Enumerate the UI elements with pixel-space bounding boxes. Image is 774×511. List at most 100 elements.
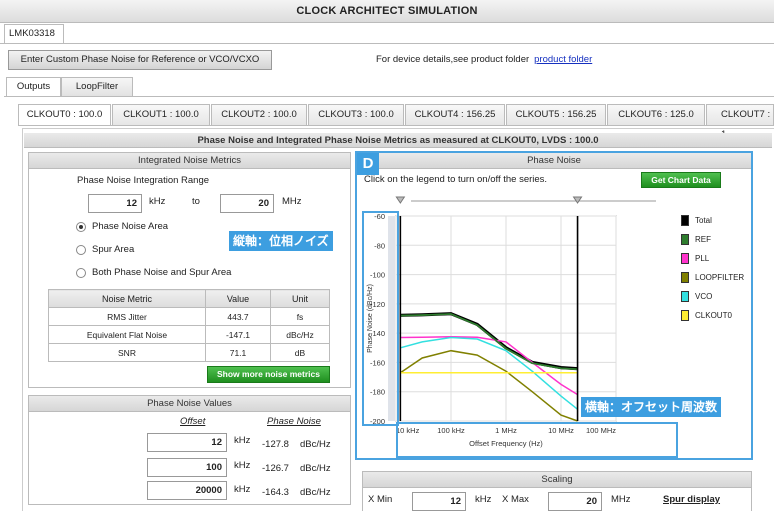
tab-loopfilter[interactable]: LoopFilter bbox=[61, 77, 133, 96]
table-row: SNR 71.1 dB bbox=[48, 343, 330, 362]
device-details-label: For device details,see product folder bbox=[376, 54, 530, 65]
legend-item[interactable]: REF bbox=[681, 234, 711, 245]
y-tick-label: -60 bbox=[374, 212, 385, 221]
legend-item[interactable]: VCO bbox=[681, 291, 713, 302]
y-axis-label: Phase Noise (dBc/Hz) bbox=[367, 284, 374, 353]
legend-item[interactable]: Total bbox=[681, 215, 712, 226]
legend-item[interactable]: PLL bbox=[681, 253, 710, 264]
divider bbox=[18, 125, 774, 126]
to-label: to bbox=[192, 196, 200, 207]
legend-label: CLKOUT0 bbox=[695, 311, 732, 320]
y-tick-label: -160 bbox=[370, 358, 385, 367]
table-row: Equivalent Flat Noise -147.1 dBc/Hz bbox=[48, 325, 330, 344]
spur-display-link[interactable]: Spur display bbox=[663, 494, 720, 505]
show-more-metrics-button[interactable]: Show more noise metrics bbox=[207, 366, 330, 383]
radio-spur-area[interactable] bbox=[76, 245, 86, 255]
get-chart-data-button[interactable]: Get Chart Data bbox=[641, 172, 721, 188]
window-title: CLOCK ARCHITECT SIMULATION bbox=[0, 0, 774, 23]
legend-item[interactable]: LOOPFILTER bbox=[681, 272, 745, 283]
table-row: RMS Jitter 443.7 fs bbox=[48, 307, 330, 326]
y-axis-callout: 縦軸：位相ノイズ bbox=[229, 231, 333, 251]
divider bbox=[4, 96, 774, 97]
product-folder-link[interactable]: product folder bbox=[534, 54, 592, 65]
legend-label: VCO bbox=[695, 292, 713, 301]
phase-noise-unit: dBc/Hz bbox=[300, 439, 331, 450]
chart-instruction: Click on the legend to turn on/off the s… bbox=[364, 174, 548, 185]
device-tab[interactable]: LMK03318 bbox=[4, 24, 64, 43]
x-tick-label: 100 kHz bbox=[437, 426, 465, 435]
tab-clkout6[interactable]: CLKOUT6 : 125.0 bbox=[607, 104, 705, 125]
legend-label: Total bbox=[695, 216, 712, 225]
phase-noise-values-header: Phase Noise Values bbox=[29, 396, 350, 412]
xmin-unit: kHz bbox=[475, 494, 492, 505]
phase-noise-value: -164.3 bbox=[262, 487, 289, 498]
radio-both-area[interactable] bbox=[76, 268, 86, 278]
range-slider-handle bbox=[395, 196, 406, 204]
radio-label: Both Phase Noise and Spur Area bbox=[92, 267, 232, 278]
xmax-input[interactable]: 20 bbox=[548, 492, 602, 511]
radio-label: Spur Area bbox=[92, 244, 135, 255]
chart-legend: Total REF PLL LOOPFILTER VCO CLKOUT0 bbox=[681, 215, 751, 336]
legend-label: PLL bbox=[695, 254, 710, 263]
offset-input[interactable]: 12 bbox=[147, 433, 227, 452]
phase-noise-unit: dBc/Hz bbox=[300, 487, 331, 498]
y-tick-label: -100 bbox=[370, 271, 385, 280]
tab-clkout4[interactable]: CLKOUT4 : 156.25 bbox=[405, 104, 505, 125]
col-header: Value bbox=[205, 289, 271, 308]
table-cell: 443.7 bbox=[205, 307, 271, 326]
y-scroll-strip bbox=[388, 216, 395, 421]
col-header: Noise Metric bbox=[48, 289, 206, 308]
phase-noise-value: -126.7 bbox=[262, 463, 289, 474]
radio-phase-noise-area[interactable] bbox=[76, 222, 86, 232]
table-cell: dBc/Hz bbox=[270, 325, 330, 344]
x-tick-label: 10 kHz bbox=[396, 426, 420, 435]
phase-noise-col-header: Phase Noise bbox=[267, 416, 321, 427]
tab-clkout3[interactable]: CLKOUT3 : 100.0 bbox=[308, 104, 404, 125]
phase-noise-value: -127.8 bbox=[262, 439, 289, 450]
offset-input[interactable]: 100 bbox=[147, 458, 227, 477]
legend-swatch bbox=[681, 234, 689, 245]
tab-outputs[interactable]: Outputs bbox=[6, 77, 61, 97]
y-tick-label: -180 bbox=[370, 388, 385, 397]
noise-metric-table: Noise Metric Value Unit RMS Jitter 443.7… bbox=[48, 289, 330, 362]
phase-noise-chart: -60-80-100-120-140-160-180-20010 kHz 100 … bbox=[362, 196, 678, 458]
tab-clkout5[interactable]: CLKOUT5 : 156.25 bbox=[506, 104, 606, 125]
tab-clkout0[interactable]: CLKOUT0 : 100.0 bbox=[18, 104, 111, 125]
integration-from-input[interactable]: 12 bbox=[88, 194, 142, 213]
table-cell: RMS Jitter bbox=[48, 307, 206, 326]
table-cell: dB bbox=[270, 343, 330, 362]
to-unit: MHz bbox=[282, 196, 302, 207]
custom-phase-noise-button[interactable]: Enter Custom Phase Noise for Reference o… bbox=[8, 50, 272, 70]
tab-clkout2[interactable]: CLKOUT2 : 100.0 bbox=[211, 104, 307, 125]
legend-label: REF bbox=[695, 235, 711, 244]
tab-clkout7[interactable]: CLKOUT7 : 1 bbox=[706, 104, 774, 140]
legend-swatch bbox=[681, 291, 689, 302]
integrated-noise-header: Integrated Noise Metrics bbox=[29, 153, 350, 169]
integration-to-input[interactable]: 20 bbox=[220, 194, 274, 213]
device-details-text: For device details,see product folder pro… bbox=[376, 54, 592, 65]
offset-unit: kHz bbox=[234, 484, 251, 495]
legend-item[interactable]: CLKOUT0 bbox=[681, 310, 732, 321]
clkout-tabs: CLKOUT0 : 100.0 CLKOUT1 : 100.0 CLKOUT2 … bbox=[18, 104, 774, 140]
table-cell: fs bbox=[270, 307, 330, 326]
offset-input[interactable]: 20000 bbox=[147, 481, 227, 500]
xmax-label: X Max bbox=[502, 494, 529, 505]
phase-noise-unit: dBc/Hz bbox=[300, 463, 331, 474]
table-cell: Equivalent Flat Noise bbox=[48, 325, 206, 344]
from-unit: kHz bbox=[149, 196, 166, 207]
divider bbox=[0, 43, 774, 44]
legend-label: LOOPFILTER bbox=[695, 273, 745, 282]
x-tick-label: 100 MHz bbox=[586, 426, 616, 435]
table-cell: SNR bbox=[48, 343, 206, 362]
xmin-label: X Min bbox=[368, 494, 393, 505]
legend-swatch bbox=[681, 215, 689, 226]
tab-clkout1[interactable]: CLKOUT1 : 100.0 bbox=[112, 104, 210, 125]
table-cell: -147.1 bbox=[205, 325, 271, 344]
table-cell: 71.1 bbox=[205, 343, 271, 362]
legend-swatch bbox=[681, 253, 689, 264]
offset-col-header: Offset bbox=[180, 416, 206, 427]
range-slider-handle bbox=[572, 196, 583, 204]
xmin-input[interactable]: 12 bbox=[412, 492, 466, 511]
integration-range-label: Phase Noise Integration Range bbox=[77, 175, 210, 186]
section-d-badge: D bbox=[357, 153, 379, 175]
